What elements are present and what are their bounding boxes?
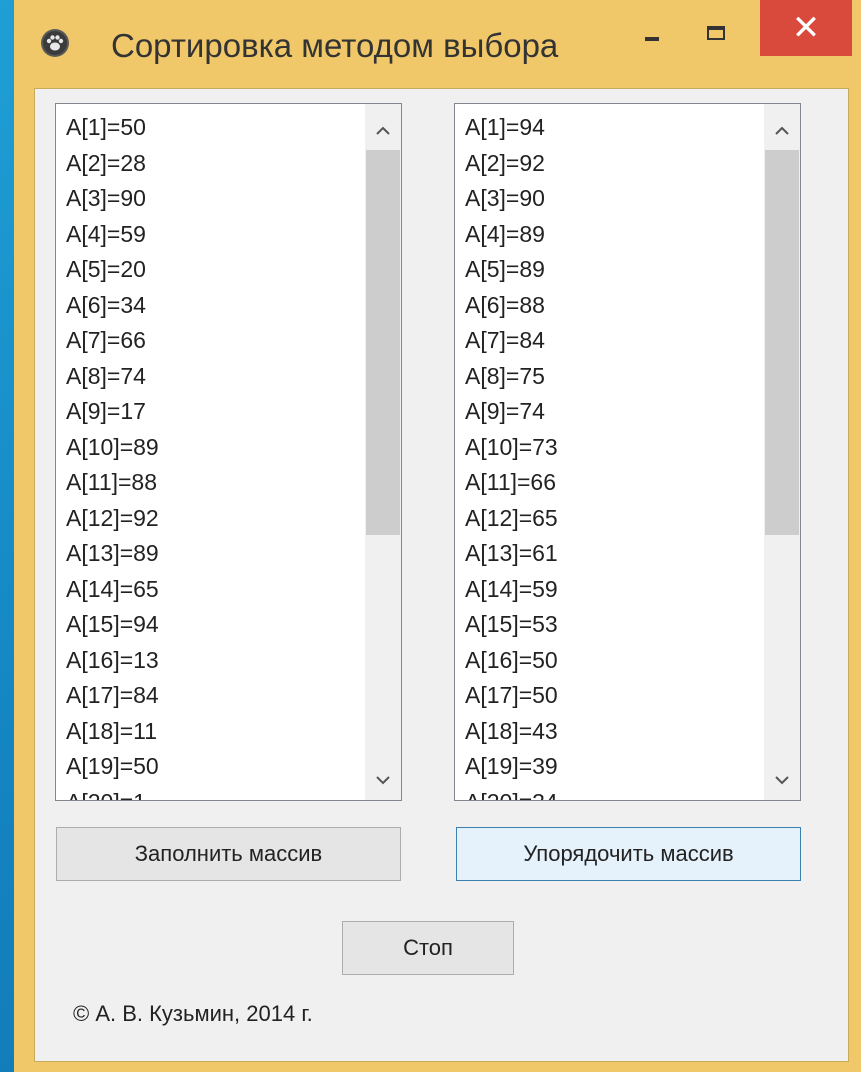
sorted-array-items: A[1]=94 A[2]=92 A[3]=90 A[4]=89 A[5]=89 A[6]=… bbox=[455, 110, 761, 801]
source-array-listbox[interactable]: A[1]=50 A[2]=28 A[3]=90 A[4]=59 A[5]=20 A[6]=… bbox=[55, 103, 402, 801]
chevron-down-icon[interactable] bbox=[365, 762, 401, 798]
list-item[interactable]: A[4]=89 bbox=[455, 217, 761, 253]
list-item[interactable]: A[2]=92 bbox=[455, 146, 761, 182]
list-item[interactable]: A[3]=90 bbox=[455, 181, 761, 217]
source-scrollbar[interactable] bbox=[365, 104, 401, 800]
list-item[interactable]: A[5]=20 bbox=[56, 252, 362, 288]
list-item[interactable]: A[5]=89 bbox=[455, 252, 761, 288]
list-item[interactable]: A[8]=74 bbox=[56, 359, 362, 395]
list-item[interactable]: A[14]=59 bbox=[455, 572, 761, 608]
list-item[interactable]: A[14]=65 bbox=[56, 572, 362, 608]
list-item[interactable]: A[18]=11 bbox=[56, 714, 362, 750]
list-item[interactable]: A[15]=94 bbox=[56, 607, 362, 643]
list-item[interactable]: A[2]=28 bbox=[56, 146, 362, 182]
list-item[interactable]: A[16]=13 bbox=[56, 643, 362, 679]
list-item[interactable]: A[11]=88 bbox=[56, 465, 362, 501]
list-item[interactable]: A[17]=50 bbox=[455, 678, 761, 714]
source-array-items: A[1]=50 A[2]=28 A[3]=90 A[4]=59 A[5]=20 A[6]=… bbox=[56, 110, 362, 801]
list-item[interactable]: A[6]=88 bbox=[455, 288, 761, 324]
copyright-text: © А. В. Кузьмин, 2014 г. bbox=[73, 1001, 313, 1026]
list-item[interactable]: A[4]=59 bbox=[56, 217, 362, 253]
list-item[interactable]: A[12]=65 bbox=[455, 501, 761, 537]
list-item[interactable]: A[15]=53 bbox=[455, 607, 761, 643]
list-item[interactable]: A[1]=94 bbox=[455, 110, 761, 146]
maximize-icon[interactable] bbox=[692, 18, 742, 58]
client-area: A[1]=50 A[2]=28 A[3]=90 A[4]=59 A[5]=20 A[6]=… bbox=[34, 88, 849, 1062]
list-item[interactable]: A[20]=34 bbox=[455, 785, 761, 801]
source-scroll-thumb[interactable] bbox=[366, 150, 400, 535]
list-item[interactable]: A[18]=43 bbox=[455, 714, 761, 750]
list-item[interactable]: A[13]=89 bbox=[56, 536, 362, 572]
list-item[interactable]: A[3]=90 bbox=[56, 181, 362, 217]
chevron-up-icon[interactable] bbox=[764, 112, 800, 148]
title-bar[interactable]: Сортировка методом выбора ✕ bbox=[14, 0, 861, 88]
stop-button[interactable]: Стоп bbox=[342, 921, 514, 975]
list-item[interactable]: A[6]=34 bbox=[56, 288, 362, 324]
list-item[interactable]: A[12]=92 bbox=[56, 501, 362, 537]
app-window: Сортировка методом выбора ✕ A[1]=50 A[2]=… bbox=[14, 0, 861, 1072]
list-item[interactable]: A[7]=84 bbox=[455, 323, 761, 359]
list-item[interactable]: A[17]=84 bbox=[56, 678, 362, 714]
sorted-scroll-thumb[interactable] bbox=[765, 150, 799, 535]
list-item[interactable]: A[19]=39 bbox=[455, 749, 761, 785]
chevron-down-icon[interactable] bbox=[764, 762, 800, 798]
paw-icon[interactable] bbox=[40, 28, 70, 58]
list-item[interactable]: A[13]=61 bbox=[455, 536, 761, 572]
list-item[interactable]: A[11]=66 bbox=[455, 465, 761, 501]
list-item[interactable]: A[8]=75 bbox=[455, 359, 761, 395]
list-item[interactable]: A[9]=17 bbox=[56, 394, 362, 430]
sorted-array-listbox[interactable]: A[1]=94 A[2]=92 A[3]=90 A[4]=89 A[5]=89 A[6]=… bbox=[454, 103, 801, 801]
list-item[interactable]: A[10]=89 bbox=[56, 430, 362, 466]
list-item[interactable]: A[19]=50 bbox=[56, 749, 362, 785]
fill-array-button[interactable]: Заполнить массив bbox=[56, 827, 401, 881]
close-icon: ✕ bbox=[791, 9, 821, 47]
list-item[interactable]: A[1]=50 bbox=[56, 110, 362, 146]
list-item[interactable]: A[20]=1 bbox=[56, 785, 362, 801]
close-button[interactable]: ✕ bbox=[760, 0, 852, 56]
chevron-up-icon[interactable] bbox=[365, 112, 401, 148]
list-item[interactable]: A[16]=50 bbox=[455, 643, 761, 679]
list-item[interactable]: A[7]=66 bbox=[56, 323, 362, 359]
list-item[interactable]: A[9]=74 bbox=[455, 394, 761, 430]
sort-array-button[interactable]: Упорядочить массив bbox=[456, 827, 801, 881]
minimize-icon[interactable] bbox=[628, 18, 678, 58]
sorted-scrollbar[interactable] bbox=[764, 104, 800, 800]
window-title: Сортировка методом выбора bbox=[111, 27, 559, 64]
list-item[interactable]: A[10]=73 bbox=[455, 430, 761, 466]
